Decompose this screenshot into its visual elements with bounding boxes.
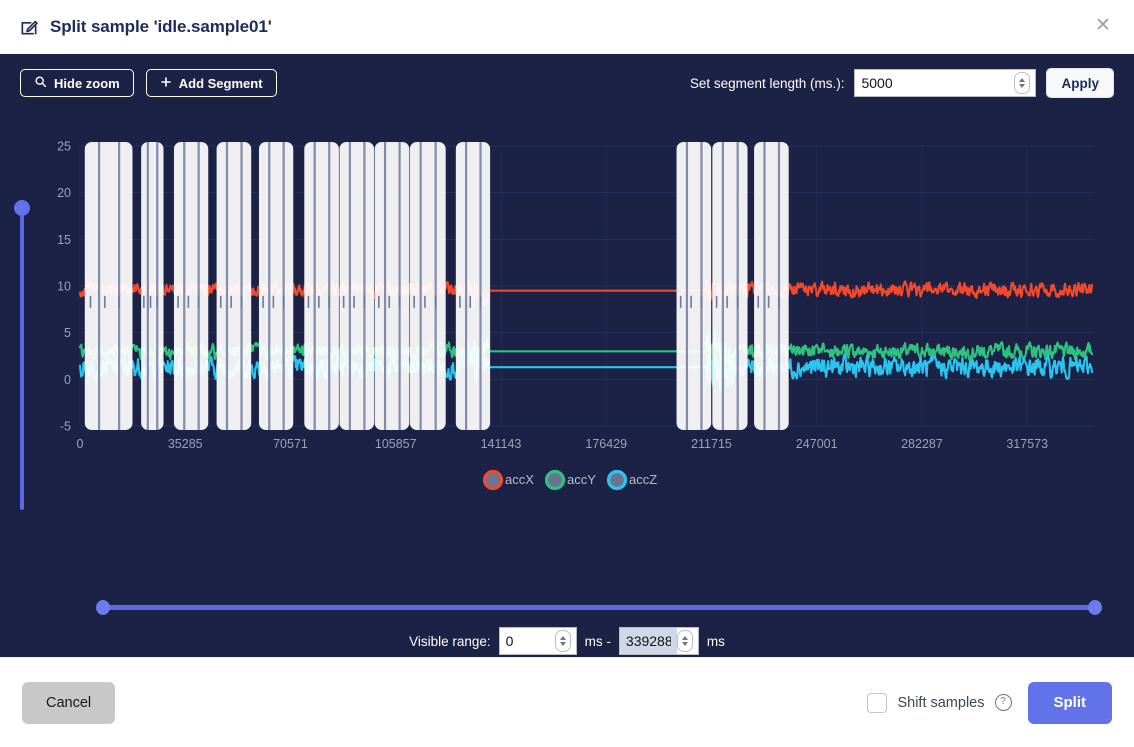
svg-text:-5: -5 [60, 420, 71, 434]
svg-text:211715: 211715 [691, 437, 732, 451]
add-segment-button[interactable]: Add Segment [145, 69, 277, 97]
add-segment-label: Add Segment [178, 75, 263, 91]
split-sample-dialog: Split sample 'idle.sample01' ✕ Hide zoom… [0, 0, 1134, 747]
svg-text:105857: 105857 [375, 437, 417, 451]
visible-range-unit-end: ms [706, 633, 725, 649]
visible-range-end-stepper[interactable] [676, 630, 693, 652]
shift-samples-checkbox[interactable] [867, 692, 888, 713]
segment-length-label: Set segment length (ms.): [689, 75, 845, 91]
vertical-slider-track[interactable] [20, 208, 24, 510]
svg-text:35285: 35285 [168, 437, 203, 451]
svg-text:15: 15 [57, 233, 71, 247]
svg-text:247001: 247001 [796, 437, 838, 451]
vertical-slider-handle[interactable] [14, 200, 30, 216]
segment-length-input[interactable] [855, 70, 1015, 96]
segment-length-field[interactable] [854, 69, 1037, 97]
chart-toolbar: Hide zoom Add Segment Set segment length… [0, 54, 1134, 112]
svg-text:0: 0 [77, 437, 84, 451]
apply-button[interactable]: Apply [1046, 68, 1114, 98]
cancel-button[interactable]: Cancel [22, 681, 116, 724]
visible-range-start-field[interactable] [498, 627, 577, 655]
svg-text:5: 5 [64, 326, 71, 340]
visible-range-start-stepper[interactable] [554, 630, 571, 652]
dialog-footer: Cancel Shift samples ? Split [0, 657, 1134, 747]
chart-area: -5 0 5 10 15 20 25 0 35285 70571 105857 141143 17642… [0, 112, 1134, 657]
shift-samples-group: Shift samples ? [867, 692, 1012, 713]
vertical-zoom-slider[interactable] [14, 200, 30, 510]
help-icon[interactable]: ? [994, 694, 1012, 711]
visible-range-end-field[interactable] [618, 627, 699, 655]
segment-length-group: Set segment length (ms.): Apply [690, 68, 1114, 98]
svg-text:25: 25 [57, 140, 71, 154]
close-icon[interactable]: ✕ [1092, 16, 1114, 38]
shift-samples-label: Shift samples [897, 694, 985, 711]
visible-range-label: Visible range: [409, 633, 491, 649]
svg-text:141143: 141143 [481, 437, 522, 451]
page-title: Split sample 'idle.sample01' [50, 17, 272, 36]
visible-range-start-input[interactable] [499, 628, 555, 654]
signal-plot[interactable]: -5 0 5 10 15 20 25 0 35285 70571 105857 141143 17642… [46, 138, 1106, 558]
hide-zoom-button[interactable]: Hide zoom [20, 69, 134, 97]
signal-plot-svg: -5 0 5 10 15 20 25 0 35285 70571 105857 141143 17642… [57, 140, 1094, 491]
segment-length-stepper[interactable] [1014, 72, 1031, 94]
svg-text:accX: accX [505, 472, 534, 487]
split-button[interactable]: Split [1027, 681, 1112, 724]
visible-range-row: Visible range: ms - ms [0, 627, 1134, 655]
horizontal-range-slider[interactable] [96, 599, 1102, 615]
svg-text:20: 20 [57, 186, 71, 200]
horizontal-slider-handle-right[interactable] [1088, 600, 1102, 615]
footer-actions: Shift samples ? Split [867, 681, 1112, 724]
svg-text:0: 0 [64, 373, 71, 387]
svg-text:10: 10 [57, 280, 71, 294]
svg-text:accY: accY [567, 472, 596, 487]
svg-text:70571: 70571 [273, 437, 308, 451]
svg-text:176429: 176429 [585, 437, 627, 451]
horizontal-slider-handle-left[interactable] [96, 600, 110, 615]
dialog-body: Hide zoom Add Segment Set segment length… [0, 54, 1134, 657]
visible-range-unit-start: ms - [584, 633, 611, 649]
edit-square-icon [18, 16, 40, 38]
svg-text:accZ: accZ [629, 472, 657, 487]
visible-range-end-input[interactable] [619, 628, 677, 654]
svg-text:317573: 317573 [1006, 437, 1048, 451]
svg-text:282287: 282287 [901, 437, 943, 451]
search-icon [34, 75, 47, 91]
horizontal-slider-track[interactable] [103, 605, 1095, 610]
hide-zoom-label: Hide zoom [54, 75, 120, 91]
plus-icon [160, 75, 172, 91]
dialog-header: Split sample 'idle.sample01' ✕ [0, 0, 1134, 54]
